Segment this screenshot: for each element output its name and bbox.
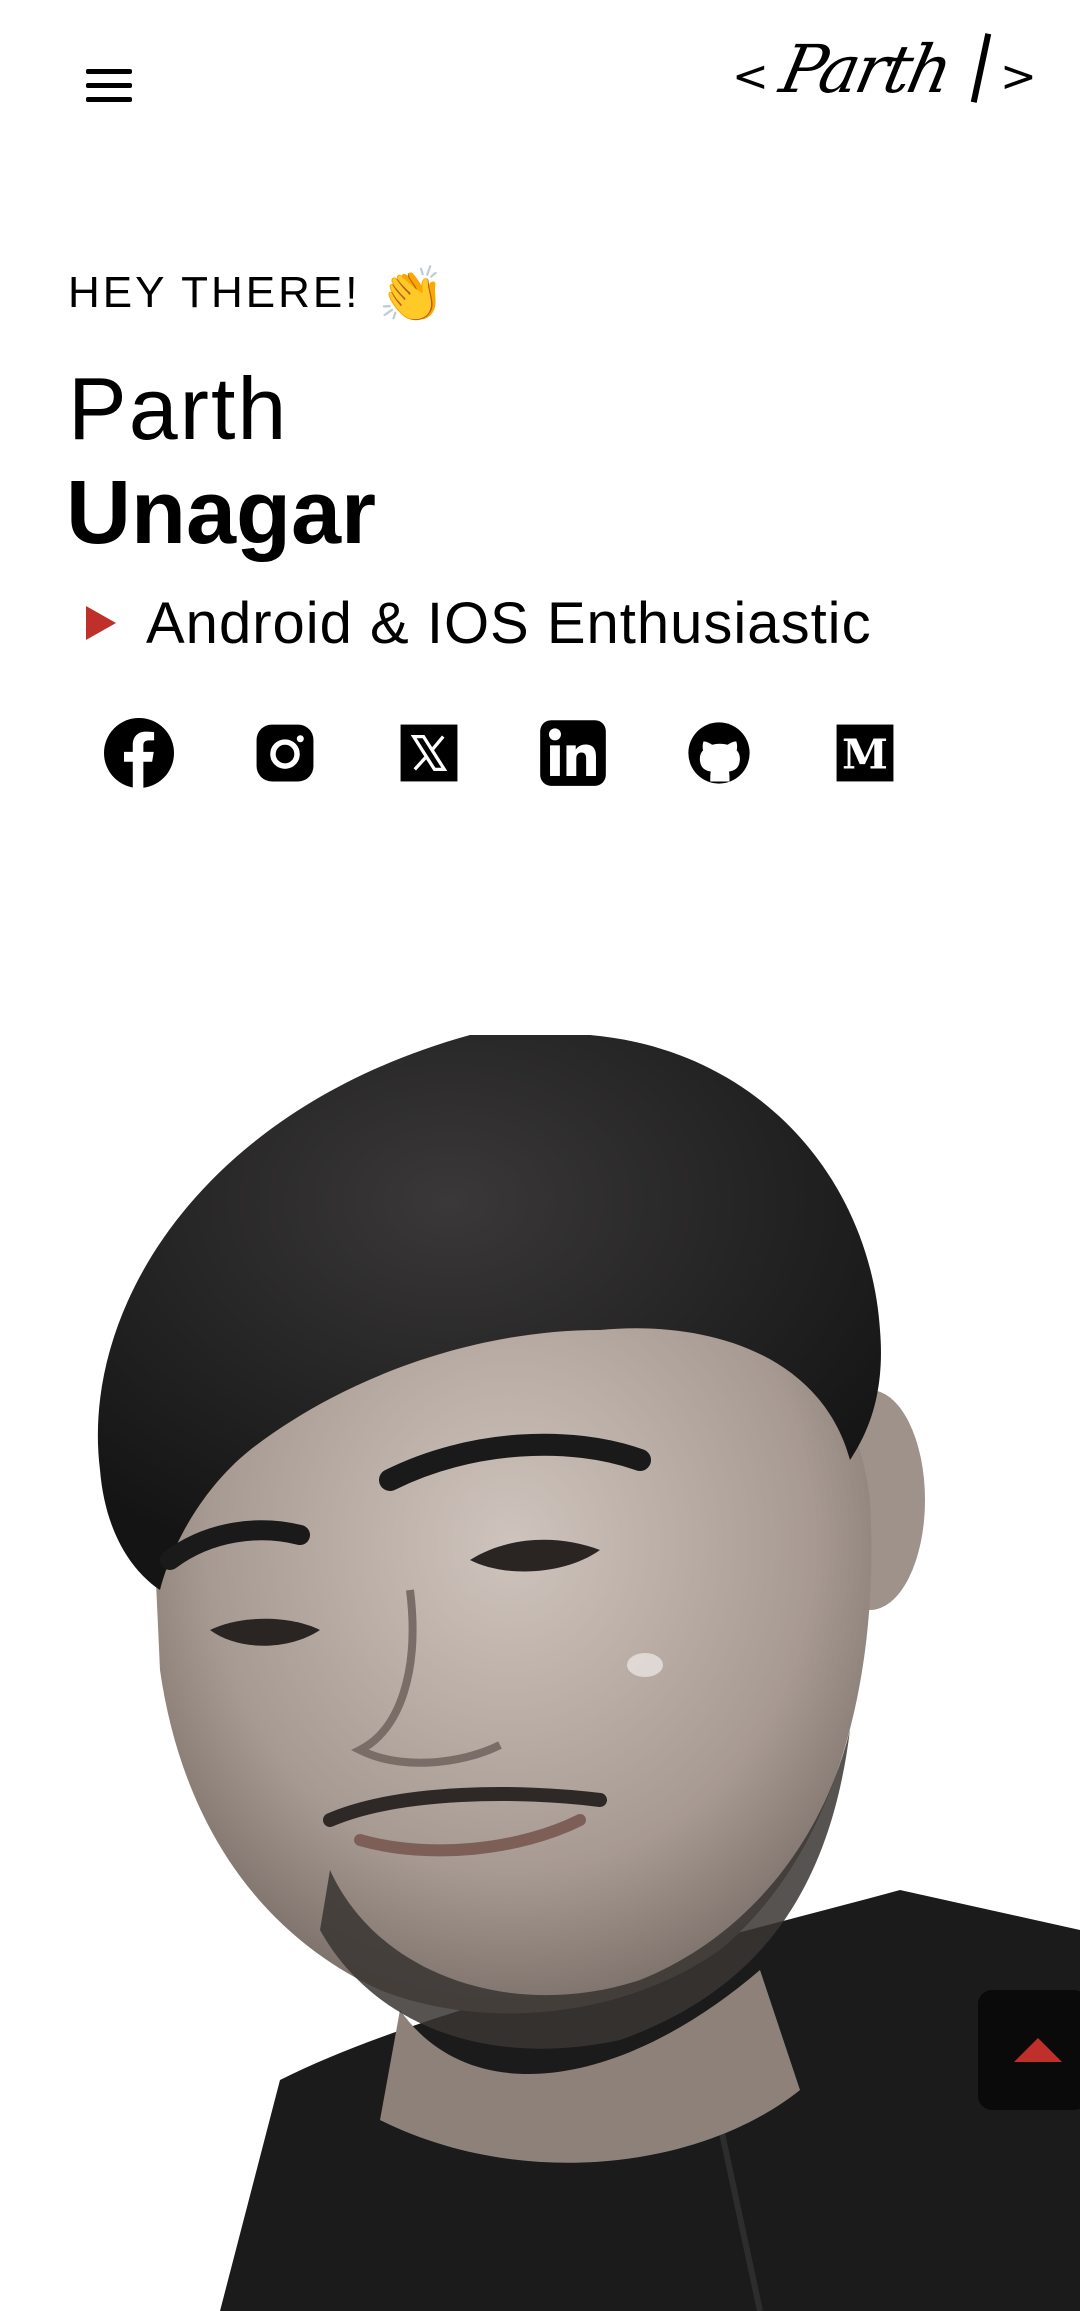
site-logo[interactable]: < Parth >	[730, 25, 1037, 125]
tagline: Android & IOS Enthusiastic	[146, 591, 872, 656]
arrow-up-triangle-icon	[1014, 2038, 1062, 2062]
greeting-text: HEY THERE!	[68, 268, 361, 317]
menu-bar	[86, 97, 132, 102]
medium-icon[interactable]: M	[830, 718, 900, 788]
play-triangle-icon	[86, 606, 116, 640]
github-icon[interactable]	[684, 718, 754, 788]
logo-slash	[970, 33, 992, 103]
instagram-icon[interactable]	[250, 718, 320, 788]
x-twitter-icon[interactable]	[394, 718, 464, 788]
medium-letter: M	[842, 729, 888, 778]
last-name: Unagar	[66, 463, 377, 563]
first-name: Parth	[68, 359, 289, 458]
linkedin-icon[interactable]	[538, 718, 608, 788]
menu-bar	[86, 83, 132, 88]
scroll-to-top-button[interactable]	[978, 1990, 1080, 2110]
logo-bracket-right: >	[1000, 51, 1037, 102]
menu-bar	[86, 69, 132, 74]
menu-button[interactable]	[80, 64, 140, 108]
clap-emoji-icon: 👏	[378, 265, 446, 325]
facebook-icon[interactable]	[104, 718, 174, 788]
logo-signature: Parth	[773, 31, 957, 108]
profile-photo	[0, 1030, 1080, 2311]
logo-bracket-left: <	[732, 51, 769, 102]
